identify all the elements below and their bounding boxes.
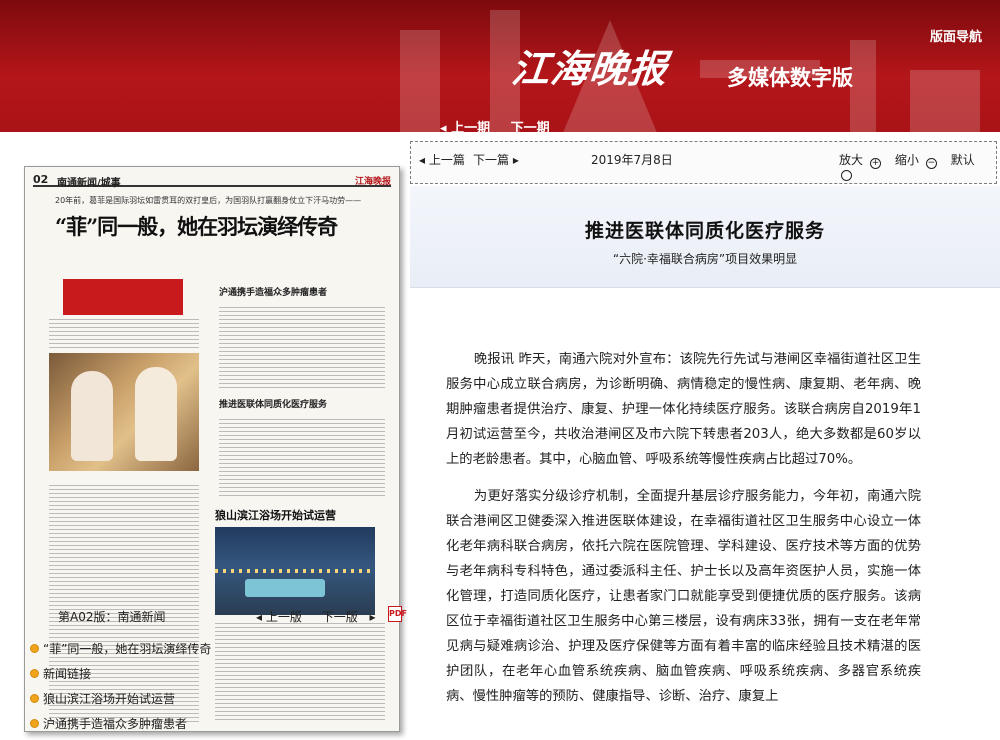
page-brand: 江海晚报 bbox=[354, 177, 391, 187]
next-article-label: 下一篇 bbox=[473, 153, 510, 167]
article-title: 推进医联体同质化医疗服务 bbox=[584, 220, 825, 242]
page-story-title[interactable]: 狼山滨江浴场开始试运营 bbox=[215, 507, 336, 523]
issue-date: 2019年7月8日 bbox=[591, 153, 673, 167]
bullet-icon bbox=[30, 719, 39, 728]
beach-photo bbox=[215, 527, 375, 615]
article-paragraph: 晚报讯 昨天，南通六院对外宣布：该院先行先试与港闸区幸福街道社区卫生服务中心成立… bbox=[446, 352, 921, 467]
logo-subtitle: 多媒体数字版 bbox=[727, 66, 853, 90]
bullet-icon bbox=[30, 669, 39, 678]
article-paragraph: 为更好落实分级诊疗机制，全面提升基层诊疗服务能力，今年初，南通六院联合港闸区卫健… bbox=[446, 489, 921, 704]
zoom-default-label: 默认 bbox=[950, 153, 975, 167]
article-header: 推进医联体同质化医疗服务 “六院·幸福联合病房”项目效果明显 bbox=[410, 186, 1000, 288]
article-list-item[interactable]: 狼山滨江浴场开始试运营 bbox=[30, 690, 390, 715]
article-body: 晚报讯 昨天，南通六院对外宣布：该院先行先试与港闸区幸福街道社区卫生服务中心成立… bbox=[446, 347, 921, 721]
plus-icon: + bbox=[870, 158, 882, 169]
bullet-icon bbox=[30, 694, 39, 703]
photo-figure bbox=[71, 371, 113, 461]
zoom-in-button[interactable]: 放大 + bbox=[839, 153, 886, 169]
next-article-link[interactable]: 下一篇 ▸ bbox=[473, 151, 519, 168]
page-story-title[interactable]: 推进医联体同质化医疗服务 bbox=[219, 397, 327, 410]
next-page-link[interactable]: 下一版 ▸ bbox=[322, 610, 376, 624]
bullet-icon bbox=[30, 644, 39, 653]
article-link[interactable]: “菲”同一般，她在羽坛演绎传奇 bbox=[43, 642, 211, 656]
zoom-out-label: 缩小 bbox=[894, 153, 919, 167]
photo-figure bbox=[135, 367, 177, 461]
page-nav: ◂ 上一版 下一版 ▸ bbox=[256, 608, 384, 625]
article-toolbar: ◂ 上一篇 下一篇 ▸ 2019年7月8日 放大 + 缩小 − 默认 bbox=[410, 141, 997, 184]
article-link[interactable]: 新闻链接 bbox=[43, 667, 91, 681]
article-link[interactable]: 沪通携手造福众多肿瘤患者 bbox=[43, 717, 187, 731]
banner-bottom-strip bbox=[0, 132, 1000, 140]
article-list: “菲”同一般，她在羽坛演绎传奇 新闻链接 狼山滨江浴场开始试运营 沪通携手造福众… bbox=[30, 640, 390, 740]
page-story-title[interactable]: 沪通携手造福众多肿瘤患者 bbox=[219, 285, 327, 298]
header-banner: 版面导航 江海晚报 多媒体数字版 ◂ 上一期 下一期 bbox=[0, 0, 1000, 140]
page-kicker: 20年前，葛菲是国际羽坛如雷贯耳的双打皇后，为国羽队打赢翻身仗立下汗马功劳—— bbox=[55, 196, 362, 205]
page-header: 02 南通新闻/城事 江海晚报 bbox=[33, 173, 391, 189]
pdf-icon[interactable]: PDF bbox=[388, 606, 407, 622]
page-red-box bbox=[63, 279, 183, 315]
page-number: 02 bbox=[33, 173, 49, 186]
article-link[interactable]: 狼山滨江浴场开始试运营 bbox=[43, 692, 175, 706]
layout-nav-link[interactable]: 版面导航 bbox=[930, 26, 982, 45]
page-text-block bbox=[219, 307, 385, 389]
zoom-in-label: 放大 bbox=[839, 153, 864, 167]
zoom-controls: 放大 + 缩小 − 默认 bbox=[839, 151, 996, 183]
zoom-out-button[interactable]: 缩小 − bbox=[894, 153, 942, 169]
article-list-item[interactable]: “菲”同一般，她在羽坛演绎传奇 bbox=[30, 640, 390, 665]
logo-text: 江海晚报 bbox=[509, 46, 671, 91]
photo-pool bbox=[245, 579, 325, 597]
page-info: 第A02版：南通新闻 bbox=[58, 610, 166, 624]
article-subtitle: “六院·幸福联合病房”项目效果明显 bbox=[612, 252, 798, 266]
page-text-block bbox=[49, 319, 199, 349]
minus-icon: − bbox=[925, 158, 937, 169]
page-headline[interactable]: “菲”同一般，她在羽坛演绎传奇 bbox=[55, 211, 395, 241]
page-section: 南通新闻/城事 bbox=[57, 178, 121, 189]
page-text-block bbox=[219, 419, 385, 499]
circle-icon bbox=[841, 170, 852, 181]
badminton-photo bbox=[49, 353, 199, 471]
prev-page-label: 上一版 bbox=[265, 610, 302, 624]
prev-article-link[interactable]: ◂ 上一篇 bbox=[419, 151, 465, 168]
article-list-item[interactable]: 沪通携手造福众多肿瘤患者 bbox=[30, 715, 390, 740]
next-page-label: 下一版 bbox=[321, 610, 358, 624]
prev-article-label: 上一篇 bbox=[428, 153, 465, 167]
photo-lights bbox=[215, 569, 375, 573]
prev-page-link[interactable]: ◂ 上一版 bbox=[256, 610, 310, 624]
article-list-item[interactable]: 新闻链接 bbox=[30, 665, 390, 690]
left-panel: 02 南通新闻/城事 江海晚报 20年前，葛菲是国际羽坛如雷贯耳的双打皇后，为国… bbox=[0, 140, 410, 732]
